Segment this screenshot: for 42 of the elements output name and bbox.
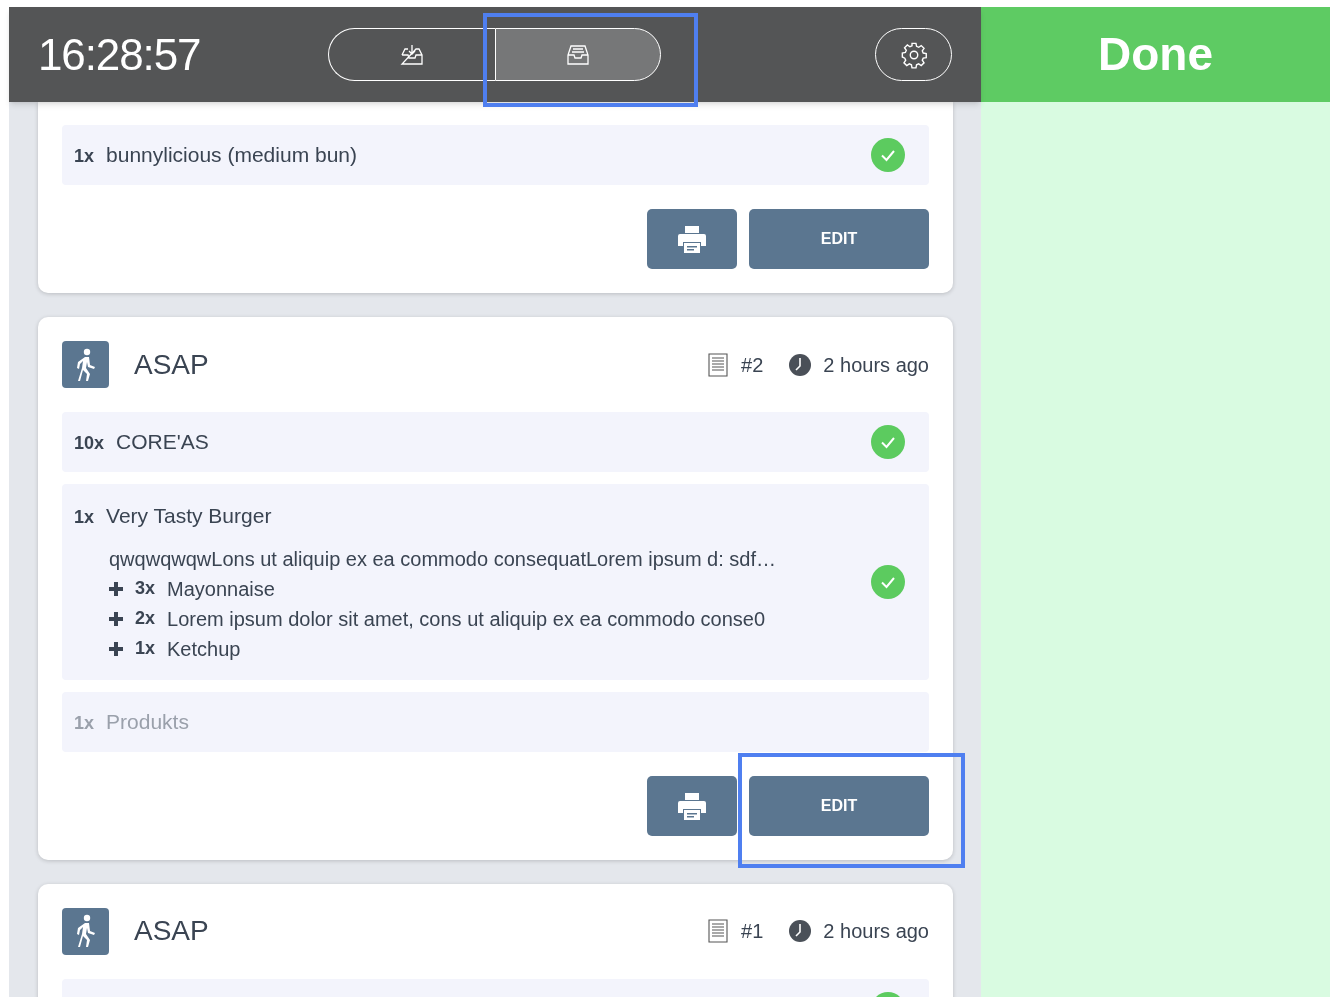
order-type: ASAP [134,347,209,382]
order-type: ASAP [134,914,209,948]
clock-icon [789,920,812,942]
item-quantity: 10x [74,432,105,456]
done-title: Done [1098,27,1213,82]
modifier-quantity: 1x [135,637,156,660]
printer-icon [677,224,707,254]
clock-icon [789,353,812,376]
item-name: bunnylicious (medium bun) [106,142,357,169]
plus-icon [109,611,123,626]
item-note: qwqwqwqwLons ut aliquip ex ea commodo consequatLorem ipsum d: sdf… [109,546,778,572]
settings-icon [899,40,928,69]
print-button[interactable] [647,209,737,269]
order-number: #2 [741,352,764,378]
item-quantity: 1x [74,145,95,169]
item-name: Produkts [106,708,189,735]
view-toggle-tab[interactable] [494,28,661,81]
modifier-name: Lorem ipsum dolor sit amet, cons ut aliquip ex ea commodo conse0 [167,606,766,632]
item-quantity: 1x [74,506,95,529]
order-number: #1 [741,919,764,944]
modifier-name: Mayonnaise [167,576,275,602]
modifier-quantity: 2x [135,607,156,630]
receipt-icon [707,352,730,377]
printer-icon [677,790,707,821]
walking-person-icon [62,341,109,388]
plus-icon [109,641,123,656]
inbox-icon [565,43,590,66]
inbox-download-icon [399,43,424,66]
plus-icon [109,581,123,596]
clock-time: 16:28:57 [38,28,202,81]
modifier-name: Ketchup [167,636,241,662]
edit-button[interactable]: EDIT [749,775,929,836]
print-button[interactable] [647,775,737,836]
modifier-quantity: 3x [135,577,156,600]
item-name: CORE'AS [116,429,209,456]
walking-person-icon [62,907,109,955]
item-name: Very Tasty Burger [106,503,272,529]
item-quantity: 1x [74,711,95,735]
order-age: 2 hours ago [823,919,929,944]
order-age: 2 hours ago [823,352,929,378]
edit-button[interactable]: EDIT [749,209,929,269]
receipt-icon [707,919,730,943]
